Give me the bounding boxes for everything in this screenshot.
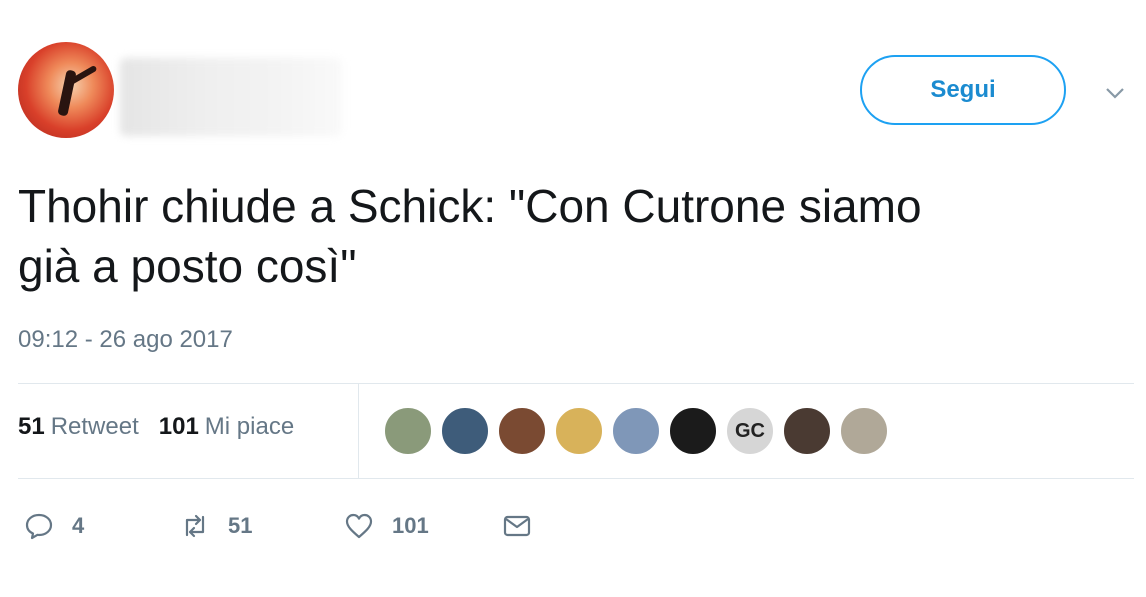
retweet-icon: [185, 514, 205, 538]
liker-avatar[interactable]: [668, 406, 718, 456]
reply-button[interactable]: 4: [24, 504, 84, 548]
tweet-stats: 51 Retweet 101 Mi piace: [18, 413, 294, 441]
tweet-text: Thohir chiude a Schick: "Con Cutrone sia…: [18, 176, 1118, 296]
liker-avatar[interactable]: [440, 406, 490, 456]
like-stat[interactable]: 101 Mi piace: [159, 413, 294, 441]
liker-avatar[interactable]: [497, 406, 547, 456]
direct-message-button[interactable]: [502, 504, 550, 548]
liker-avatars: GC: [383, 406, 896, 456]
user-avatar[interactable]: [18, 42, 114, 138]
liker-avatar[interactable]: [554, 406, 604, 456]
liker-avatar[interactable]: GC: [725, 406, 775, 456]
chevron-down-icon[interactable]: [1104, 82, 1126, 104]
tweet-timestamp[interactable]: 09:12 - 26 ago 2017: [18, 326, 233, 354]
envelope-icon: [503, 515, 531, 537]
liker-avatar[interactable]: [383, 406, 433, 456]
tweet-text-line-2: già a posto così": [18, 240, 357, 292]
heart-icon: [345, 513, 373, 539]
liker-avatar[interactable]: [782, 406, 832, 456]
liker-avatar[interactable]: [839, 406, 889, 456]
retweet-stat[interactable]: 51 Retweet: [18, 413, 139, 441]
retweet-button[interactable]: 51: [180, 504, 252, 548]
reply-icon: [25, 513, 53, 540]
tweet-text-line-1: Thohir chiude a Schick: "Con Cutrone sia…: [18, 180, 922, 232]
liker-avatar[interactable]: [611, 406, 661, 456]
divider-top: [18, 383, 1134, 384]
blurred-username: [120, 58, 342, 136]
tweet-actions: 4 51 101: [0, 504, 1146, 548]
divider-vertical: [358, 384, 359, 478]
follow-button[interactable]: Segui: [860, 55, 1066, 125]
like-button[interactable]: 101: [344, 504, 429, 548]
divider-bottom: [18, 478, 1134, 479]
